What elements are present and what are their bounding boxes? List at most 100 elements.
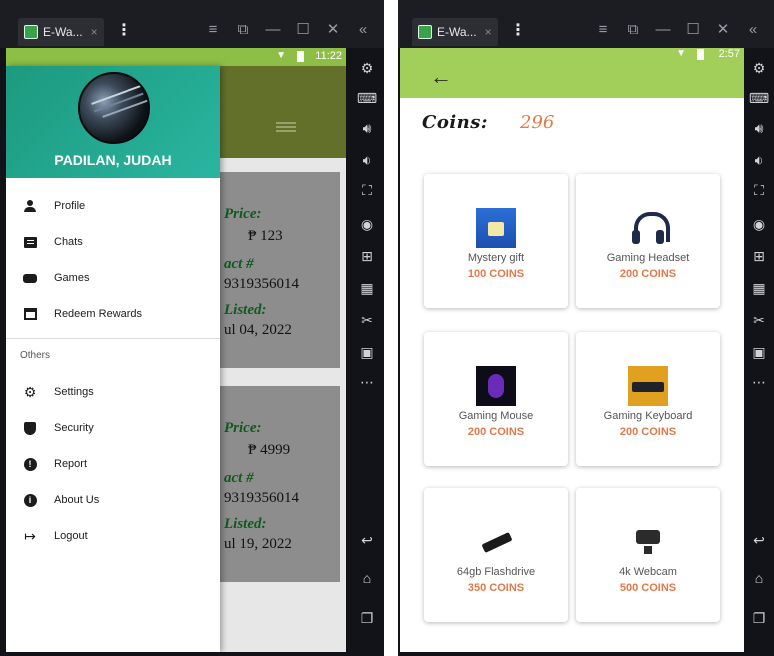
app-icon xyxy=(418,25,432,39)
reward-card-gaming-mouse[interactable]: Gaming Mouse 200 COINS xyxy=(424,332,568,466)
scissors-icon[interactable]: ✂ xyxy=(744,312,774,329)
drawer-item-redeem-rewards[interactable]: Redeem Rewards xyxy=(6,296,220,332)
webcam-icon xyxy=(628,522,668,562)
apk-install-icon[interactable]: ▦ xyxy=(744,280,774,297)
screenshot-icon[interactable]: ⛶ xyxy=(744,182,774,199)
close-icon[interactable]: ✕ xyxy=(708,18,738,42)
emulator-tab[interactable]: E-Wa... × xyxy=(412,18,498,46)
listing-price-label: Price: xyxy=(224,206,262,222)
volume-up-icon[interactable]: 🔊︎ xyxy=(744,120,774,137)
screenshot-icon[interactable]: ⛶ xyxy=(350,182,384,199)
reward-name: 64gb Flashdrive xyxy=(456,566,536,578)
app-toolbar: ▼ 2:57 ← xyxy=(400,48,744,98)
tab-title: E-Wa... xyxy=(43,25,83,39)
drawer-item-games[interactable]: Games xyxy=(6,260,220,296)
restore-icon[interactable]: ⧉ xyxy=(228,18,258,42)
filter-icon xyxy=(276,122,296,124)
hamburger-icon[interactable]: ≡ xyxy=(588,18,618,42)
volume-up-icon[interactable]: 🔊︎ xyxy=(350,120,384,137)
person-icon xyxy=(22,198,38,214)
android-home-icon[interactable]: ⌂ xyxy=(744,570,774,586)
reward-card-webcam[interactable]: 4k Webcam 500 COINS xyxy=(576,488,720,622)
reward-name: Gaming Mouse xyxy=(458,410,534,422)
battery-icon xyxy=(297,51,304,62)
info-icon: i xyxy=(22,492,38,508)
reward-name: 4k Webcam xyxy=(619,566,677,578)
logout-icon: ↦ xyxy=(24,527,36,544)
keyboard-icon[interactable]: ⌨ xyxy=(350,90,384,107)
drawer-item-profile[interactable]: Profile xyxy=(6,188,220,224)
restore-icon[interactable]: ⧉ xyxy=(618,18,648,42)
reward-card-mystery-gift[interactable]: Mystery gift 100 COINS xyxy=(424,174,568,308)
wifi-icon: ▼ xyxy=(276,50,286,61)
android-back-icon[interactable]: ↩ xyxy=(350,532,384,549)
record-icon[interactable]: ◉ xyxy=(744,216,774,233)
add-app-icon[interactable]: ⊞ xyxy=(744,248,774,265)
avatar[interactable] xyxy=(78,72,150,144)
drawer-item-label: Games xyxy=(54,272,90,284)
tab-close-icon[interactable]: × xyxy=(485,25,492,39)
emulator-window-left: E-Wa... × ⋮ ≡ ⧉ — ☐ ✕ « ▼ 11:22 Price: ₱ 123 … xyxy=(0,0,384,656)
volume-down-icon[interactable]: 🔉︎ xyxy=(350,152,384,169)
android-recents-icon[interactable]: ❐ xyxy=(350,610,384,627)
media-icon[interactable]: ▣ xyxy=(744,344,774,361)
emulator-tab[interactable]: E-Wa... × xyxy=(18,18,104,46)
reward-card-flashdrive[interactable]: 64gb Flashdrive 350 COINS xyxy=(424,488,568,622)
maximize-icon[interactable]: ☐ xyxy=(288,18,318,42)
apk-install-icon[interactable]: ▦ xyxy=(350,280,384,297)
listing-contact: 9319356014 xyxy=(224,276,299,292)
settings-gear-icon[interactable]: ⚙ xyxy=(744,60,774,77)
kebab-menu-icon[interactable]: ⋮ xyxy=(116,20,132,40)
record-icon[interactable]: ◉ xyxy=(350,216,384,233)
listing-contact: 9319356014 xyxy=(224,490,299,506)
window-controls: ≡ ⧉ — ☐ ✕ « xyxy=(198,18,378,42)
drawer-item-report[interactable]: ! Report xyxy=(6,446,220,482)
android-recents-icon[interactable]: ❐ xyxy=(744,610,774,627)
flashdrive-icon xyxy=(476,522,516,562)
listing-date: ul 04, 2022 xyxy=(224,322,292,338)
listing-date: ul 19, 2022 xyxy=(224,536,292,552)
drawer-item-security[interactable]: Security xyxy=(6,410,220,446)
phone-screen: ▼ 11:22 Price: ₱ 123 act # 9319356014 Li… xyxy=(6,48,346,652)
listing-price: ₱ 4999 xyxy=(248,442,291,458)
app-icon xyxy=(24,25,38,39)
tab-title: E-Wa... xyxy=(437,25,477,39)
volume-down-icon[interactable]: 🔉︎ xyxy=(744,152,774,169)
alert-icon: ! xyxy=(22,456,38,472)
drawer-item-chats[interactable]: Chats xyxy=(6,224,220,260)
media-icon[interactable]: ▣ xyxy=(350,344,384,361)
phone-screen: ▼ 2:57 ← Coins: 296 Mystery gift 100 COI… xyxy=(400,48,744,652)
gift-icon xyxy=(476,208,516,248)
keyboard-icon[interactable]: ⌨ xyxy=(744,90,774,107)
maximize-icon[interactable]: ☐ xyxy=(678,18,708,42)
drawer-item-label: Security xyxy=(54,422,94,434)
tab-close-icon[interactable]: × xyxy=(91,25,98,39)
minimize-icon[interactable]: — xyxy=(258,18,288,42)
back-arrow-icon[interactable]: ← xyxy=(430,66,452,88)
hamburger-icon[interactable]: ≡ xyxy=(198,18,228,42)
close-icon[interactable]: ✕ xyxy=(318,18,348,42)
emulator-titlebar: E-Wa... × ⋮ ≡ ⧉ — ☐ ✕ « xyxy=(0,0,384,48)
collapse-sidebar-icon[interactable]: « xyxy=(348,18,378,42)
add-app-icon[interactable]: ⊞ xyxy=(350,248,384,265)
settings-gear-icon[interactable]: ⚙ xyxy=(350,60,384,77)
reward-card-gaming-headset[interactable]: Gaming Headset 200 COINS xyxy=(576,174,720,308)
drawer-item-about-us[interactable]: i About Us xyxy=(6,482,220,518)
drawer-item-logout[interactable]: ↦ Logout xyxy=(6,518,220,554)
keyboard-icon xyxy=(628,366,668,406)
android-back-icon[interactable]: ↩ xyxy=(744,532,774,549)
kebab-menu-icon[interactable]: ⋮ xyxy=(510,20,526,40)
drawer-item-settings[interactable]: ⚙ Settings xyxy=(6,374,220,410)
collapse-sidebar-icon[interactable]: « xyxy=(738,18,768,42)
reward-card-gaming-keyboard[interactable]: Gaming Keyboard 200 COINS xyxy=(576,332,720,466)
minimize-icon[interactable]: — xyxy=(648,18,678,42)
more-icon[interactable]: ⋯ xyxy=(350,374,384,391)
listing-contact-label: act # xyxy=(224,256,254,272)
coins-balance: 296 xyxy=(520,112,555,133)
android-home-icon[interactable]: ⌂ xyxy=(350,570,384,586)
gift-icon xyxy=(22,306,38,322)
status-time: 11:22 xyxy=(315,50,342,62)
more-icon[interactable]: ⋯ xyxy=(744,374,774,391)
coins-label: Coins: xyxy=(422,112,489,133)
scissors-icon[interactable]: ✂ xyxy=(350,312,384,329)
